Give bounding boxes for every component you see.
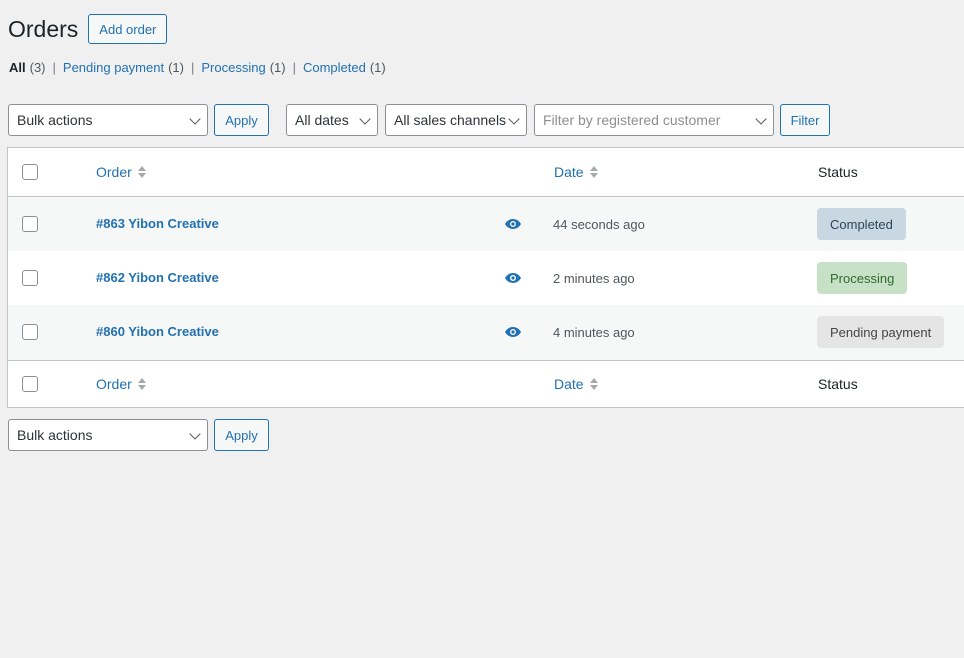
view-completed-count: (1) xyxy=(369,60,386,75)
column-order-label: Order xyxy=(96,376,132,392)
view-all-count: (3) xyxy=(29,60,46,75)
chevron-down-icon xyxy=(755,113,767,125)
sort-icon xyxy=(137,378,146,390)
column-order-sort[interactable]: Order xyxy=(96,164,146,180)
bulk-actions-select-bottom[interactable]: Bulk actions xyxy=(8,419,208,451)
view-pending-count: (1) xyxy=(168,60,184,75)
sort-icon xyxy=(589,166,598,178)
apply-button-bottom[interactable]: Apply xyxy=(214,419,269,451)
filter-button[interactable]: Filter xyxy=(780,104,830,136)
dates-select[interactable]: All dates xyxy=(286,104,378,136)
view-separator: | xyxy=(190,60,195,75)
column-status-label: Status xyxy=(818,376,858,392)
chevron-down-icon xyxy=(508,113,520,125)
view-separator: | xyxy=(52,60,56,75)
view-separator: | xyxy=(292,60,296,75)
view-processing-count: (1) xyxy=(269,60,286,75)
page-header: Orders Add order xyxy=(8,14,168,44)
sales-channels-value: All sales channels xyxy=(394,112,507,128)
sales-channels-select[interactable]: All sales channels xyxy=(385,104,527,136)
customer-filter-select[interactable]: Filter by registered customer xyxy=(534,104,774,136)
table-header-row: Order Date Status xyxy=(8,148,964,197)
order-date: 4 minutes ago xyxy=(553,325,635,340)
view-completed[interactable]: Completed xyxy=(303,60,366,75)
column-date-label: Date xyxy=(554,376,584,392)
bulk-actions-value: Bulk actions xyxy=(17,427,93,443)
chevron-down-icon xyxy=(189,113,201,125)
select-all-checkbox-footer[interactable] xyxy=(22,376,38,392)
order-date: 44 seconds ago xyxy=(553,217,645,232)
orders-table: Order Date Status #863 Yibon Creative 44… xyxy=(7,147,964,408)
status-badge: Processing xyxy=(817,262,908,294)
order-link[interactable]: #860 Yibon Creative xyxy=(96,324,219,339)
view-pending-payment[interactable]: Pending payment xyxy=(63,60,164,75)
sort-icon xyxy=(137,166,146,178)
chevron-down-icon xyxy=(189,428,201,440)
sort-icon xyxy=(589,378,598,390)
add-order-button[interactable]: Add order xyxy=(88,14,168,44)
status-views: All (3) | Pending payment (1) | Processi… xyxy=(9,60,386,75)
order-date: 2 minutes ago xyxy=(553,271,635,286)
column-order-sort-footer[interactable]: Order xyxy=(96,376,146,392)
chevron-down-icon xyxy=(359,113,371,125)
view-processing[interactable]: Processing xyxy=(201,60,265,75)
page-title: Orders xyxy=(8,16,79,42)
order-link[interactable]: #862 Yibon Creative xyxy=(96,270,219,285)
eye-icon[interactable] xyxy=(505,219,521,229)
select-all-checkbox[interactable] xyxy=(22,164,38,180)
bulk-actions-select[interactable]: Bulk actions xyxy=(8,104,208,136)
bulk-actions-value: Bulk actions xyxy=(17,112,93,128)
row-checkbox[interactable] xyxy=(22,216,38,232)
row-checkbox[interactable] xyxy=(22,270,38,286)
apply-button[interactable]: Apply xyxy=(214,104,269,136)
column-date-sort-footer[interactable]: Date xyxy=(554,376,598,392)
order-link[interactable]: #863 Yibon Creative xyxy=(96,216,219,231)
table-row[interactable]: #860 Yibon Creative 4 minutes ago Pendin… xyxy=(8,305,964,360)
table-footer-row: Order Date Status xyxy=(8,360,964,408)
table-row[interactable]: #863 Yibon Creative 44 seconds ago Compl… xyxy=(8,197,964,251)
row-checkbox[interactable] xyxy=(22,324,38,340)
eye-icon[interactable] xyxy=(505,327,521,337)
column-status-label: Status xyxy=(818,164,858,180)
view-all[interactable]: All xyxy=(9,60,26,75)
customer-filter-placeholder: Filter by registered customer xyxy=(543,112,721,128)
status-badge: Completed xyxy=(817,208,906,240)
column-order-label: Order xyxy=(96,164,132,180)
column-date-label: Date xyxy=(554,164,584,180)
dates-value: All dates xyxy=(295,112,349,128)
table-row[interactable]: #862 Yibon Creative 2 minutes ago Proces… xyxy=(8,251,964,305)
eye-icon[interactable] xyxy=(505,273,521,283)
status-badge: Pending payment xyxy=(817,316,945,348)
column-date-sort[interactable]: Date xyxy=(554,164,598,180)
